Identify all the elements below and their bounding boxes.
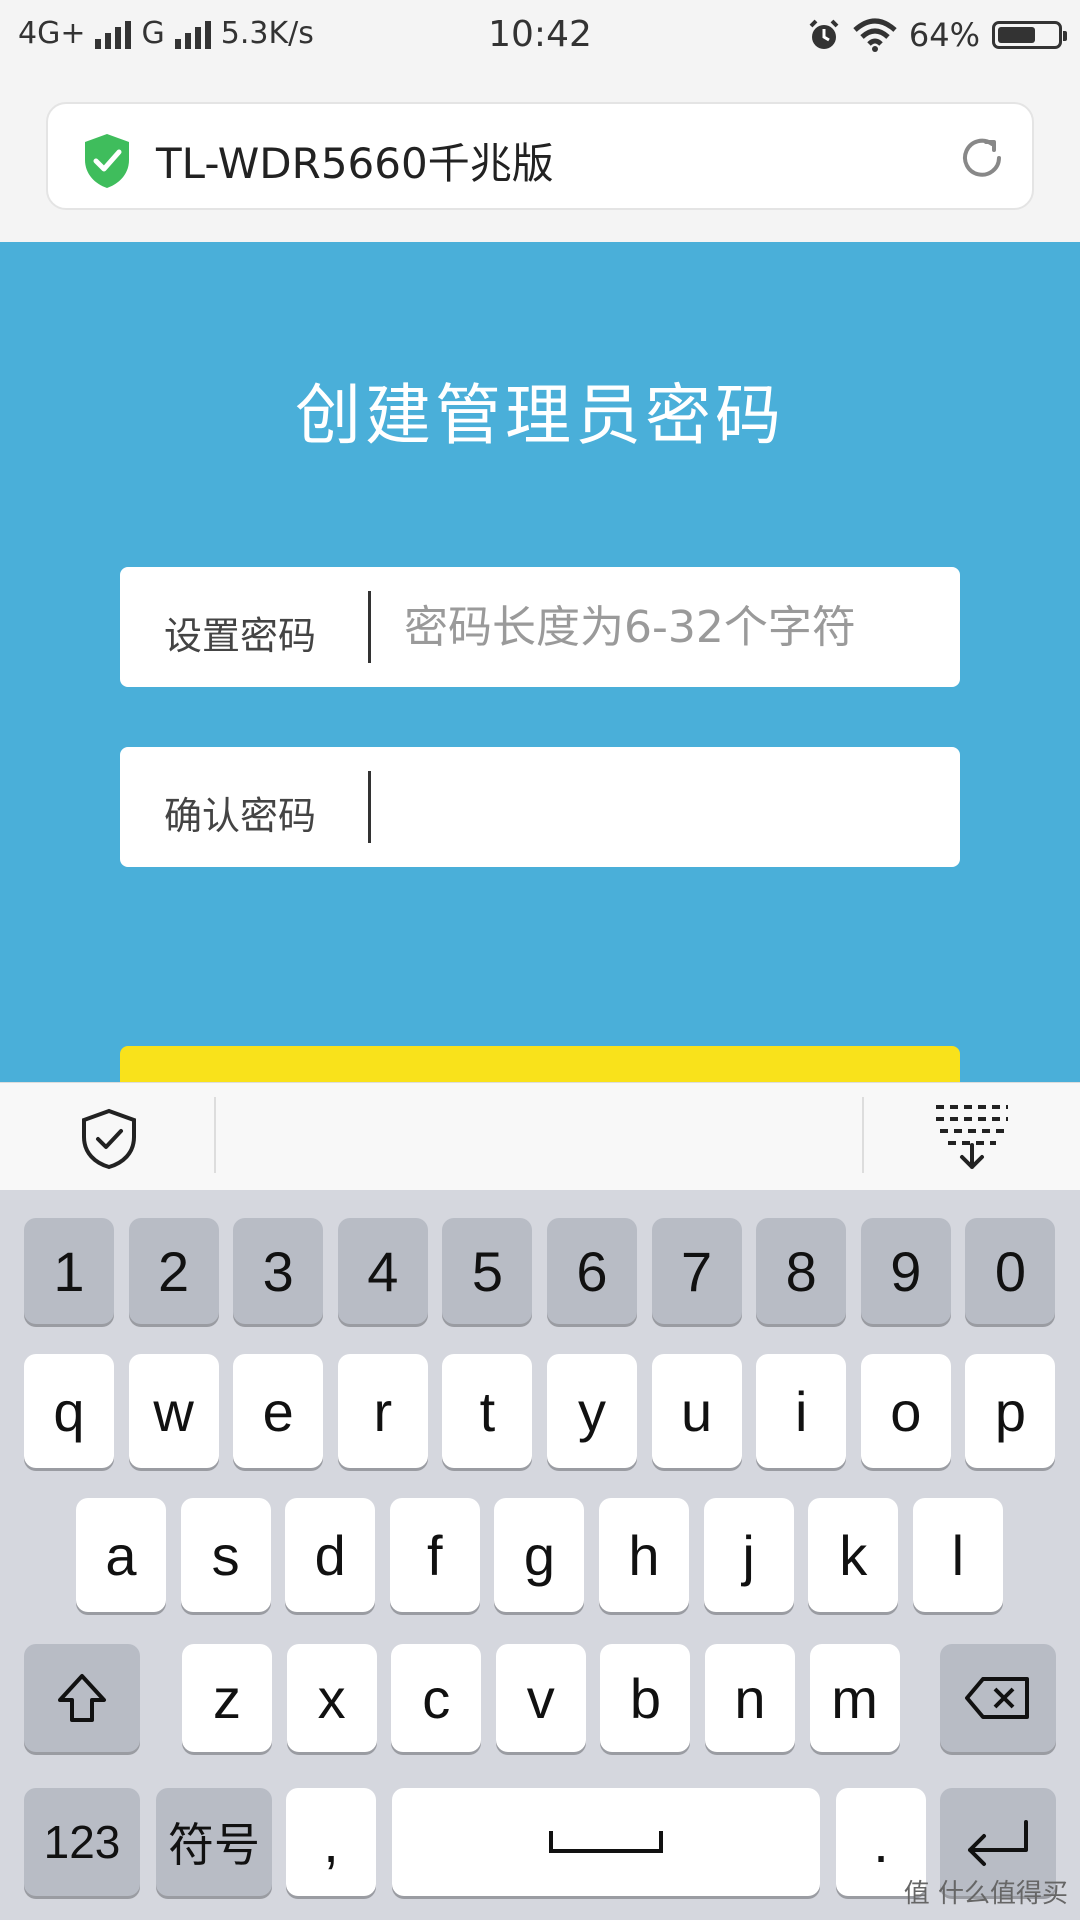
watermark: 值 什么值得买	[903, 1879, 1068, 1909]
status-bar: 4G+ G 5.3K/s 10:42 64%	[0, 0, 1080, 76]
field-divider	[368, 771, 371, 843]
key-5[interactable]: 5	[442, 1218, 533, 1324]
key-0[interactable]: 0	[965, 1218, 1056, 1324]
key-r[interactable]: r	[337, 1354, 428, 1468]
key-o[interactable]: o	[860, 1354, 951, 1468]
confirm-password-field[interactable]: 确认密码	[120, 747, 960, 867]
key-b[interactable]: b	[600, 1644, 691, 1752]
key-z[interactable]: z	[182, 1644, 272, 1752]
alarm-icon	[809, 19, 839, 49]
space-key[interactable]	[392, 1788, 820, 1896]
reload-icon[interactable]	[956, 132, 1008, 184]
key-a[interactable]: a	[76, 1498, 166, 1612]
confirm-password-label: 确认密码	[164, 794, 317, 838]
enter-icon	[968, 1820, 1028, 1866]
address-bar[interactable]: TL-WDR5660千兆版	[46, 102, 1034, 210]
key-m[interactable]: m	[809, 1644, 900, 1752]
key-3[interactable]: 3	[233, 1218, 324, 1324]
key-g[interactable]: g	[494, 1498, 585, 1612]
key-h[interactable]: h	[599, 1498, 689, 1612]
comma-key[interactable]: ,	[286, 1788, 376, 1896]
confirm-password-input[interactable]	[404, 769, 904, 845]
key-j[interactable]: j	[703, 1498, 794, 1612]
key-w[interactable]: w	[128, 1354, 219, 1468]
numbers-key[interactable]: 123	[24, 1788, 140, 1896]
hide-keyboard-icon[interactable]	[932, 1101, 1012, 1171]
key-f[interactable]: f	[389, 1498, 480, 1612]
set-password-field[interactable]: 设置密码	[120, 567, 960, 687]
backspace-key[interactable]	[940, 1644, 1056, 1752]
keyboard-toolbar	[0, 1082, 1080, 1191]
set-password-label: 设置密码	[164, 614, 317, 658]
security-shield-icon	[85, 134, 129, 188]
key-v[interactable]: v	[495, 1644, 586, 1752]
key-k[interactable]: k	[808, 1498, 899, 1612]
key-x[interactable]: x	[286, 1644, 377, 1752]
key-p[interactable]: p	[965, 1354, 1056, 1468]
keyboard: 123 符号 , . 值 什么值得买 1234567890qwertyuiopa…	[0, 1190, 1080, 1920]
key-i[interactable]: i	[756, 1354, 847, 1468]
key-t[interactable]: t	[442, 1354, 533, 1468]
status-right: 64%	[807, 16, 1067, 54]
key-1[interactable]: 1	[24, 1218, 114, 1324]
router-setup-page: 创建管理员密码 设置密码 确认密码	[0, 242, 1080, 1082]
key-n[interactable]: n	[705, 1644, 795, 1752]
key-e[interactable]: e	[233, 1354, 324, 1468]
space-icon	[549, 1831, 663, 1853]
key-4[interactable]: 4	[337, 1218, 428, 1324]
key-d[interactable]: d	[285, 1498, 376, 1612]
key-2[interactable]: 2	[128, 1218, 219, 1324]
symbols-key[interactable]: 符号	[156, 1788, 272, 1896]
battery-icon	[992, 21, 1067, 49]
shift-key[interactable]	[24, 1644, 140, 1752]
key-l[interactable]: l	[912, 1498, 1003, 1612]
browser-toolbar: TL-WDR5660千兆版	[0, 76, 1080, 242]
wifi-icon	[853, 18, 897, 52]
backspace-icon	[965, 1677, 1029, 1719]
key-y[interactable]: y	[547, 1354, 637, 1468]
toolbar-divider	[214, 1097, 216, 1173]
page-title: 创建管理员密码	[295, 377, 785, 454]
key-c[interactable]: c	[391, 1644, 482, 1752]
submit-button[interactable]	[120, 1046, 960, 1082]
key-8[interactable]: 8	[756, 1218, 847, 1324]
key-q[interactable]: q	[24, 1354, 114, 1468]
key-7[interactable]: 7	[651, 1218, 742, 1324]
key-9[interactable]: 9	[860, 1218, 951, 1324]
page-url-title: TL-WDR5660千兆版	[156, 139, 554, 188]
toolbar-divider	[862, 1097, 864, 1173]
secure-keyboard-shield-icon[interactable]	[78, 1107, 140, 1171]
set-password-input[interactable]	[404, 589, 904, 665]
field-divider	[368, 591, 371, 663]
key-6[interactable]: 6	[547, 1218, 637, 1324]
shift-icon	[58, 1674, 106, 1722]
battery-percent: 64%	[908, 16, 980, 54]
key-u[interactable]: u	[651, 1354, 742, 1468]
key-s[interactable]: s	[180, 1498, 271, 1612]
